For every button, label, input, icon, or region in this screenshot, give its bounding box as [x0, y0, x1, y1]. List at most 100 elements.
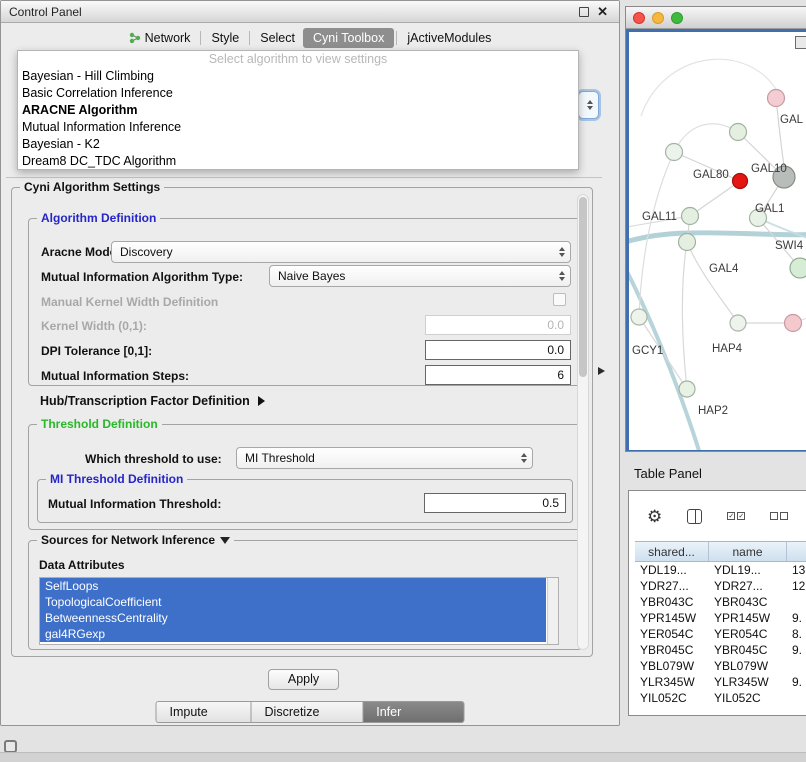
- table-row[interactable]: YPR145WYPR145W9.: [635, 610, 806, 626]
- table-row[interactable]: YBL079WYBL079W: [635, 658, 806, 674]
- column-header-partial[interactable]: [787, 542, 806, 561]
- column-header-shared[interactable]: shared...: [635, 542, 709, 561]
- zoom-traffic-icon[interactable]: [671, 12, 683, 24]
- which-threshold-combobox[interactable]: MI Threshold: [236, 447, 533, 469]
- mi-type-combobox[interactable]: Naive Bayes: [269, 265, 571, 287]
- hub-definition-label: Hub/Transcription Factor Definition: [40, 394, 250, 408]
- mi-steps-input[interactable]: [425, 365, 571, 385]
- settings-scrollbar-track[interactable]: [577, 194, 589, 650]
- control-panel-tabs: Network Style Select Cyni Toolbox jActiv…: [1, 25, 619, 51]
- table-row[interactable]: YDL19...YDL19...13: [635, 562, 806, 578]
- attribute-item[interactable]: TopologicalCoefficient: [40, 594, 546, 610]
- network-node[interactable]: [790, 258, 806, 278]
- table-cell: YPR145W: [709, 610, 787, 626]
- table-cell: YIL052C: [709, 690, 787, 706]
- network-node[interactable]: [679, 381, 695, 397]
- network-window-titlebar: [626, 7, 806, 29]
- network-edge[interactable]: [674, 124, 738, 152]
- minimize-traffic-icon[interactable]: [652, 12, 664, 24]
- data-attributes-label: Data Attributes: [39, 558, 125, 572]
- mi-threshold-input[interactable]: [424, 493, 566, 513]
- node-label: GAL11: [642, 211, 677, 223]
- network-node[interactable]: [768, 90, 785, 107]
- table-panel-window: ⚙ ✓✓ shared... name YDL19...YDL19...13YD…: [628, 490, 806, 716]
- hub-definition-expander[interactable]: Hub/Transcription Factor Definition: [40, 394, 265, 408]
- control-panel-window: Control Panel ✕ Network Style Select Cyn…: [0, 0, 620, 726]
- attribute-item[interactable]: BetweennessCentrality: [40, 610, 546, 626]
- network-node[interactable]: [733, 174, 748, 189]
- algorithm-combobox-fragment[interactable]: [578, 91, 599, 119]
- kernel-width-label: Kernel Width (0,1):: [41, 319, 147, 333]
- network-canvas-area[interactable]: GALGAL80GAL10GAL11GAL1SWI4GAL4GCY1HAP4HA…: [629, 32, 806, 450]
- columns-icon[interactable]: [687, 509, 702, 524]
- tab-cyni-toolbox[interactable]: Cyni Toolbox: [303, 28, 394, 48]
- table-row[interactable]: YER054CYER054C8.: [635, 626, 806, 642]
- network-canvas-svg[interactable]: GALGAL80GAL10GAL11GAL1SWI4GAL4GCY1HAP4HA…: [629, 32, 806, 450]
- tab-discretize-data[interactable]: Discretize Data: [252, 702, 364, 722]
- kernel-width-input[interactable]: [425, 315, 571, 335]
- manual-kernel-checkbox[interactable]: [553, 293, 566, 306]
- attribute-item[interactable]: SelfLoops: [40, 578, 546, 594]
- panel-scroll-arrow-icon[interactable]: [598, 367, 605, 375]
- network-overlay-toggle[interactable]: [795, 36, 806, 49]
- tab-label: Network: [145, 31, 191, 45]
- network-node[interactable]: [730, 315, 746, 331]
- network-node[interactable]: [631, 309, 647, 325]
- network-edge[interactable]: [641, 59, 779, 116]
- table-header: shared... name: [635, 541, 806, 562]
- tab-select[interactable]: Select: [252, 28, 303, 48]
- network-node[interactable]: [679, 234, 696, 251]
- select-all-checks-icon[interactable]: ✓✓: [727, 512, 745, 520]
- list-scrollbar[interactable]: [547, 578, 558, 644]
- network-edge[interactable]: [690, 181, 740, 216]
- collapse-down-icon: [220, 537, 230, 544]
- node-label: HAP4: [712, 343, 743, 355]
- sources-group-title[interactable]: Sources for Network Inference: [37, 533, 234, 547]
- combo-value: Naive Bayes: [278, 269, 345, 283]
- sources-title-label: Sources for Network Inference: [41, 533, 215, 547]
- column-header-name[interactable]: name: [709, 542, 787, 561]
- table-cell: YDL19...: [635, 562, 709, 578]
- network-node[interactable]: [730, 124, 747, 141]
- aracne-mode-combobox[interactable]: Discovery: [111, 241, 571, 263]
- dpi-tolerance-input[interactable]: [425, 340, 571, 360]
- apply-button[interactable]: Apply: [268, 669, 339, 690]
- clear-all-checks-icon[interactable]: [770, 512, 788, 520]
- network-node[interactable]: [785, 315, 802, 332]
- settings-scrollbar-thumb[interactable]: [579, 197, 587, 377]
- sources-group: Sources for Network Inference Data Attri…: [28, 540, 582, 650]
- close-traffic-icon[interactable]: [633, 12, 645, 24]
- algorithm-option[interactable]: ARACNE Algorithm: [18, 102, 578, 119]
- close-icon[interactable]: ✕: [597, 4, 608, 20]
- algorithm-option[interactable]: Bayesian - K2: [18, 136, 578, 153]
- network-edge[interactable]: [776, 98, 784, 166]
- table-row[interactable]: YBR045CYBR045C9.: [635, 642, 806, 658]
- group-title: Threshold Definition: [37, 417, 162, 431]
- data-attributes-listbox[interactable]: SelfLoopsTopologicalCoefficientBetweenne…: [39, 577, 559, 645]
- algorithm-option[interactable]: Basic Correlation Inference: [18, 85, 578, 102]
- attribute-item[interactable]: gal4RGexp: [40, 626, 546, 642]
- node-label: GCY1: [632, 345, 663, 357]
- table-row[interactable]: YIL052CYIL052C: [635, 690, 806, 706]
- network-view-window: GALGAL80GAL10GAL11GAL1SWI4GAL4GCY1HAP4HA…: [625, 6, 806, 452]
- tab-separator: [200, 31, 201, 45]
- table-cell: 8.: [787, 626, 806, 642]
- float-window-icon[interactable]: [579, 7, 589, 17]
- table-row[interactable]: YBR043CYBR043C: [635, 594, 806, 610]
- table-row[interactable]: YDR27...YDR27...12: [635, 578, 806, 594]
- network-edge[interactable]: [682, 242, 687, 389]
- tab-infer-network[interactable]: Infer Network: [363, 702, 463, 722]
- gear-icon[interactable]: ⚙: [647, 508, 662, 525]
- algorithm-option[interactable]: Dream8 DC_TDC Algorithm: [18, 153, 578, 170]
- tab-network[interactable]: Network: [121, 28, 199, 48]
- algorithm-option[interactable]: Mutual Information Inference: [18, 119, 578, 136]
- separator: [6, 177, 602, 178]
- algorithm-option[interactable]: Bayesian - Hill Climbing: [18, 68, 578, 85]
- network-edge[interactable]: [687, 242, 738, 323]
- tab-style[interactable]: Style: [203, 28, 247, 48]
- table-row[interactable]: YLR345WYLR345W9.: [635, 674, 806, 690]
- tab-impute-data[interactable]: Impute Data: [157, 702, 252, 722]
- network-node[interactable]: [666, 144, 683, 161]
- network-node[interactable]: [682, 208, 699, 225]
- tab-jactivemodules[interactable]: jActiveModules: [399, 28, 499, 48]
